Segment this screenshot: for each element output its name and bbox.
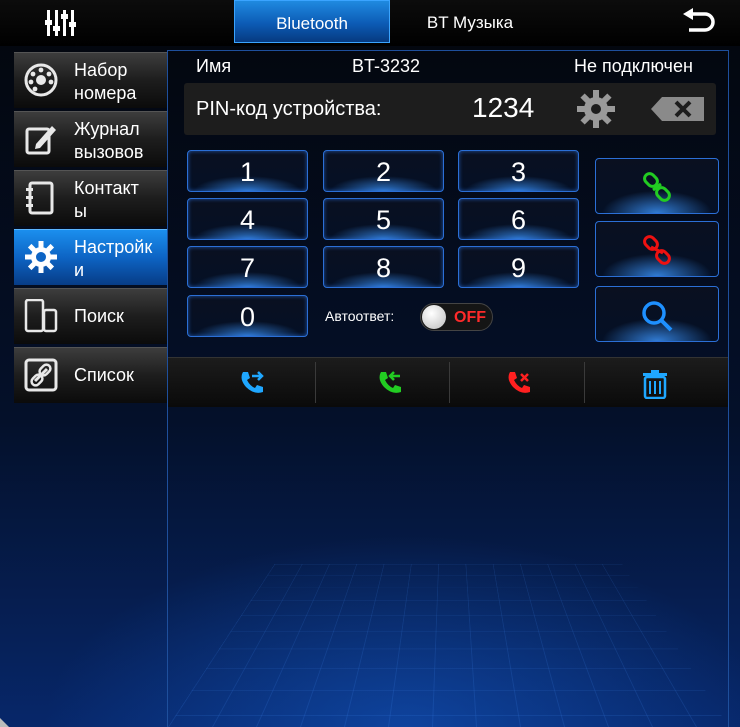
keypad-key-7[interactable]: 7 xyxy=(187,246,308,288)
autoanswer-label: Автоответ: xyxy=(325,308,395,324)
pin-code-box: PIN-код устройства: 1234 xyxy=(184,83,716,135)
sidebar-item-dial[interactable]: Набор номера xyxy=(14,52,167,108)
sidebar-item-contacts[interactable]: Контакт ы xyxy=(14,170,167,226)
corner-handle-icon xyxy=(0,718,9,727)
connect-button[interactable] xyxy=(595,158,719,214)
sidebar-item-call-log[interactable]: Журнал вызовов xyxy=(14,111,167,167)
delete-button[interactable] xyxy=(585,358,728,407)
reject-call-button[interactable] xyxy=(450,358,584,407)
search-icon xyxy=(642,301,673,332)
sidebar-item-list[interactable]: Список xyxy=(14,347,167,403)
top-bar: Bluetooth BT Музыка xyxy=(0,0,740,46)
keypad-key-9[interactable]: 9 xyxy=(458,246,579,288)
answer-call-icon xyxy=(379,371,401,393)
keypad-key-3[interactable]: 3 xyxy=(458,150,579,192)
autoanswer-toggle[interactable]: OFF xyxy=(420,303,493,331)
pin-label: PIN-код устройства: xyxy=(196,98,382,120)
keypad-key-2[interactable]: 2 xyxy=(323,150,444,192)
answer-call-button[interactable] xyxy=(316,358,449,407)
disconnect-icon xyxy=(643,235,671,265)
keypad-key-5[interactable]: 5 xyxy=(323,198,444,240)
dial-icon xyxy=(24,63,58,97)
link-icon xyxy=(24,358,58,392)
gear-icon[interactable] xyxy=(576,89,616,129)
device-name-label: Имя xyxy=(196,56,232,76)
sidebar-item-label: Журнал вызовов xyxy=(74,119,144,162)
contacts-icon xyxy=(26,181,54,215)
toggle-state: OFF xyxy=(454,309,486,326)
device-info-row: Имя BT-3232 Не подключен xyxy=(168,51,728,81)
reject-call-icon xyxy=(508,372,530,393)
disconnect-button[interactable] xyxy=(595,221,719,277)
equalizer-icon[interactable] xyxy=(44,8,76,38)
sidebar-item-search[interactable]: Поиск xyxy=(14,288,167,344)
toggle-knob xyxy=(422,305,446,329)
connection-status: Не подключен xyxy=(574,56,693,76)
devices-icon xyxy=(24,299,58,333)
sidebar-item-label: Контакт ы xyxy=(74,178,139,221)
sidebar-item-label: Настройк и xyxy=(74,237,153,280)
settings-gear-icon xyxy=(25,241,57,273)
back-arrow-icon[interactable] xyxy=(681,8,717,36)
sidebar-item-settings[interactable]: Настройк и xyxy=(14,229,167,285)
keypad-key-1[interactable]: 1 xyxy=(187,150,308,192)
pin-value: 1234 xyxy=(472,92,535,123)
sidebar-item-label: Поиск xyxy=(74,306,124,326)
delete-trash-icon xyxy=(643,370,667,399)
device-name-value: BT-3232 xyxy=(352,56,421,76)
call-log-icon xyxy=(25,126,56,155)
keypad-key-6[interactable]: 6 xyxy=(458,198,579,240)
sidebar-item-label: Список xyxy=(74,365,134,385)
keypad-key-0[interactable]: 0 xyxy=(187,295,308,337)
connect-icon xyxy=(643,172,671,202)
keypad-key-4[interactable]: 4 xyxy=(187,198,308,240)
sidebar: Набор номера Журнал вызовов Контакт ы На… xyxy=(14,52,167,406)
backspace-icon[interactable] xyxy=(650,96,706,122)
keypad-key-8[interactable]: 8 xyxy=(323,246,444,288)
sidebar-item-label: Набор номера xyxy=(74,60,137,103)
search-devices-button[interactable] xyxy=(595,286,719,342)
transfer-call-button[interactable] xyxy=(168,358,315,407)
settings-panel: Имя BT-3232 Не подключен PIN-код устройс… xyxy=(167,50,729,727)
call-action-bar xyxy=(168,357,728,407)
tab-bluetooth[interactable]: Bluetooth xyxy=(234,0,390,43)
tab-bt-music[interactable]: BT Музыка xyxy=(392,0,548,43)
transfer-call-icon xyxy=(241,371,264,393)
